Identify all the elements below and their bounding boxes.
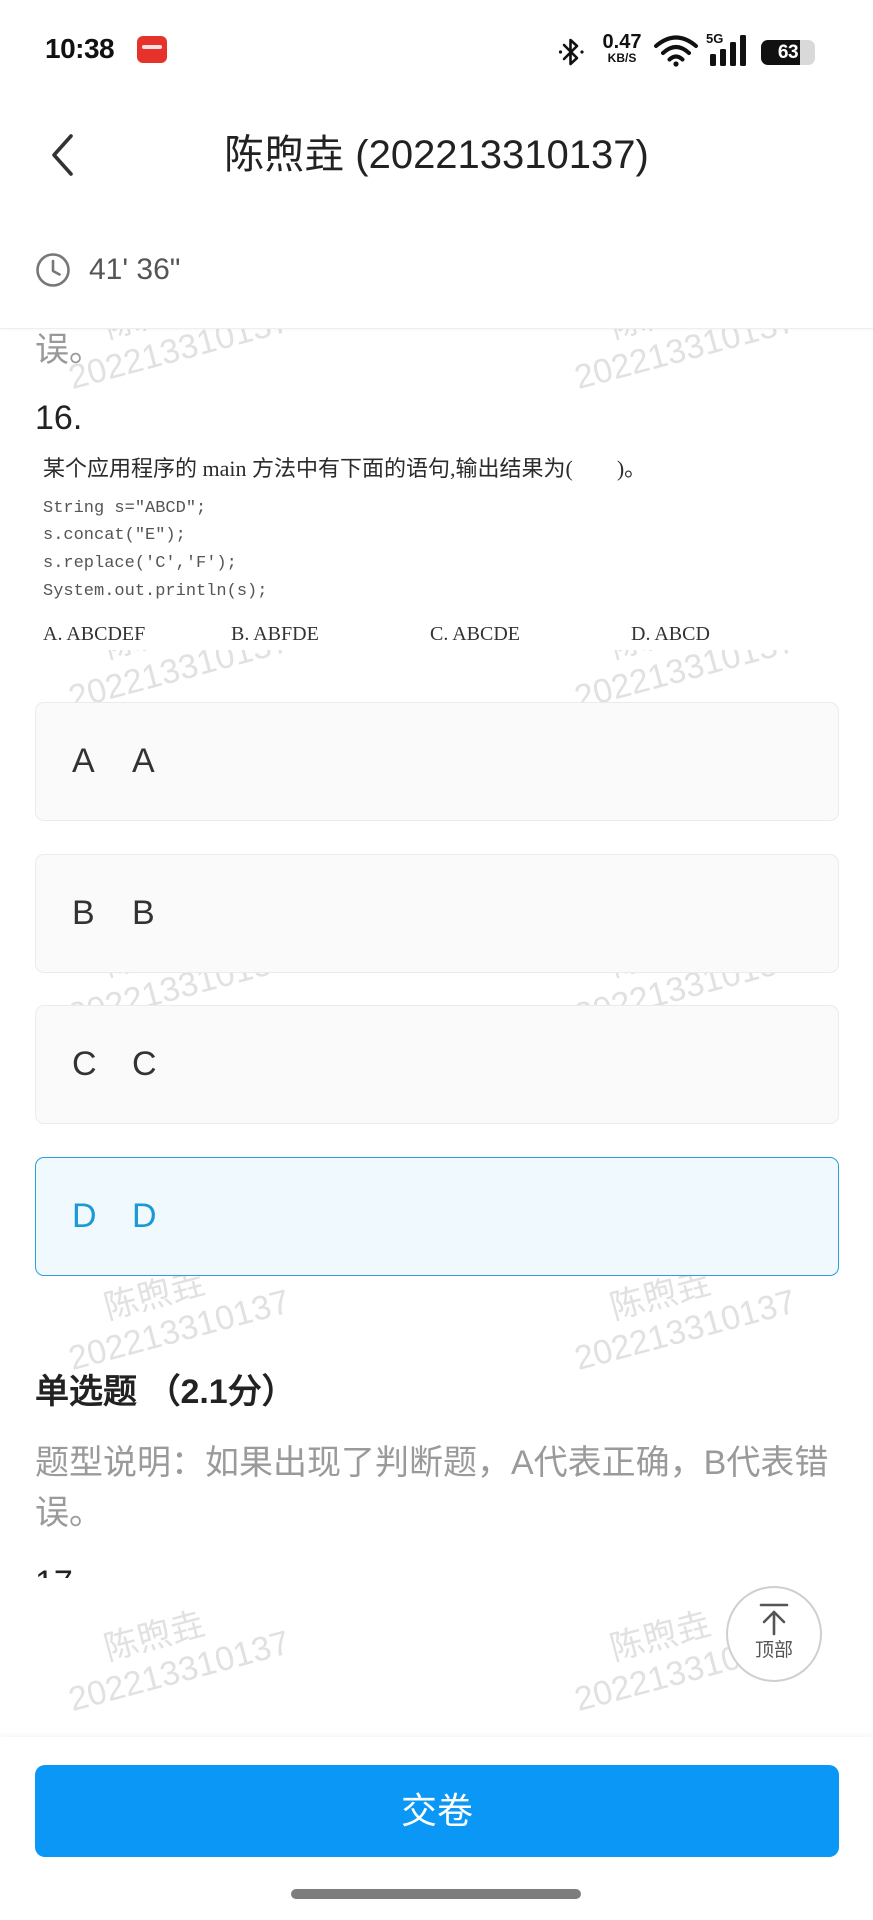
- clock-icon: [36, 253, 70, 287]
- watermark: 陈煦垚202213310137: [64, 1605, 294, 1720]
- battery-level: 63: [777, 42, 799, 63]
- image-choice-b: B. ABFDE: [231, 623, 319, 645]
- wifi-icon: [654, 35, 698, 67]
- top-bar: 10:38 0.47 KB/S 5G 63 陈煦垚 (202213310137): [0, 0, 873, 329]
- answer-option-a[interactable]: A A: [35, 702, 839, 821]
- image-choice-d: D. ABCD: [631, 623, 710, 645]
- option-text: D: [132, 1197, 157, 1235]
- option-key: A: [72, 742, 95, 780]
- answer-option-d[interactable]: D D: [35, 1157, 839, 1276]
- option-text: C: [132, 1045, 157, 1083]
- answer-option-b[interactable]: B B: [35, 854, 839, 973]
- bluetooth-icon: [558, 38, 584, 66]
- submit-exam-button[interactable]: 交卷: [35, 1765, 839, 1857]
- option-text: A: [132, 742, 155, 780]
- back-button[interactable]: [44, 128, 88, 182]
- section-description: 题型说明：如果出现了判断题，A代表正确，B代表错误。: [35, 1444, 829, 1532]
- question-image: 某个应用程序的 main 方法中有下面的语句,输出结果为( )。 String …: [35, 452, 839, 650]
- chevron-left-icon: [52, 134, 73, 176]
- battery-icon: 63: [761, 40, 815, 65]
- option-key: D: [72, 1197, 97, 1235]
- page-title: 陈煦垚 (202213310137): [224, 133, 649, 177]
- option-key: C: [72, 1045, 97, 1083]
- network-speed-value: 0.47: [602, 31, 642, 53]
- arrow-up-to-top-icon: [759, 1603, 789, 1636]
- previous-description-tail: 误。: [35, 331, 103, 369]
- code-line: s.concat("E");: [43, 526, 186, 545]
- image-choice-c: C. ABCDE: [430, 623, 521, 645]
- image-choice-a: A. ABCDEF: [43, 623, 146, 645]
- question-number: 16.: [35, 399, 83, 437]
- network-speed-unit: KB/S: [607, 51, 637, 65]
- option-text: B: [132, 894, 155, 932]
- question-scroll-area[interactable]: 误。 16. 某个应用程序的 main 方法中有下面的语句,输出结果为( )。 …: [0, 328, 873, 1578]
- question-prompt: 某个应用程序的 main 方法中有下面的语句,输出结果为( )。: [43, 456, 647, 481]
- back-to-top-button[interactable]: 顶部: [726, 1586, 822, 1682]
- section-title: 单选题 （2.1分）: [35, 1373, 296, 1411]
- answer-option-c[interactable]: C C: [35, 1005, 839, 1124]
- signal-icon: [710, 35, 746, 66]
- next-question-number: 17: [35, 1563, 73, 1578]
- code-line: s.replace('C','F');: [43, 554, 237, 573]
- option-key: B: [72, 894, 95, 932]
- home-indicator[interactable]: [291, 1889, 581, 1899]
- footer: 交卷: [0, 1737, 873, 1920]
- code-line: System.out.println(s);: [43, 582, 268, 601]
- back-to-top-label: 顶部: [754, 1640, 793, 1661]
- code-line: String s="ABCD";: [43, 499, 207, 518]
- app-notification-icon: [137, 36, 167, 63]
- network-speed: 0.47 KB/S: [597, 32, 647, 65]
- elapsed-timer: 41' 36": [89, 253, 181, 286]
- status-time: 10:38: [45, 33, 115, 64]
